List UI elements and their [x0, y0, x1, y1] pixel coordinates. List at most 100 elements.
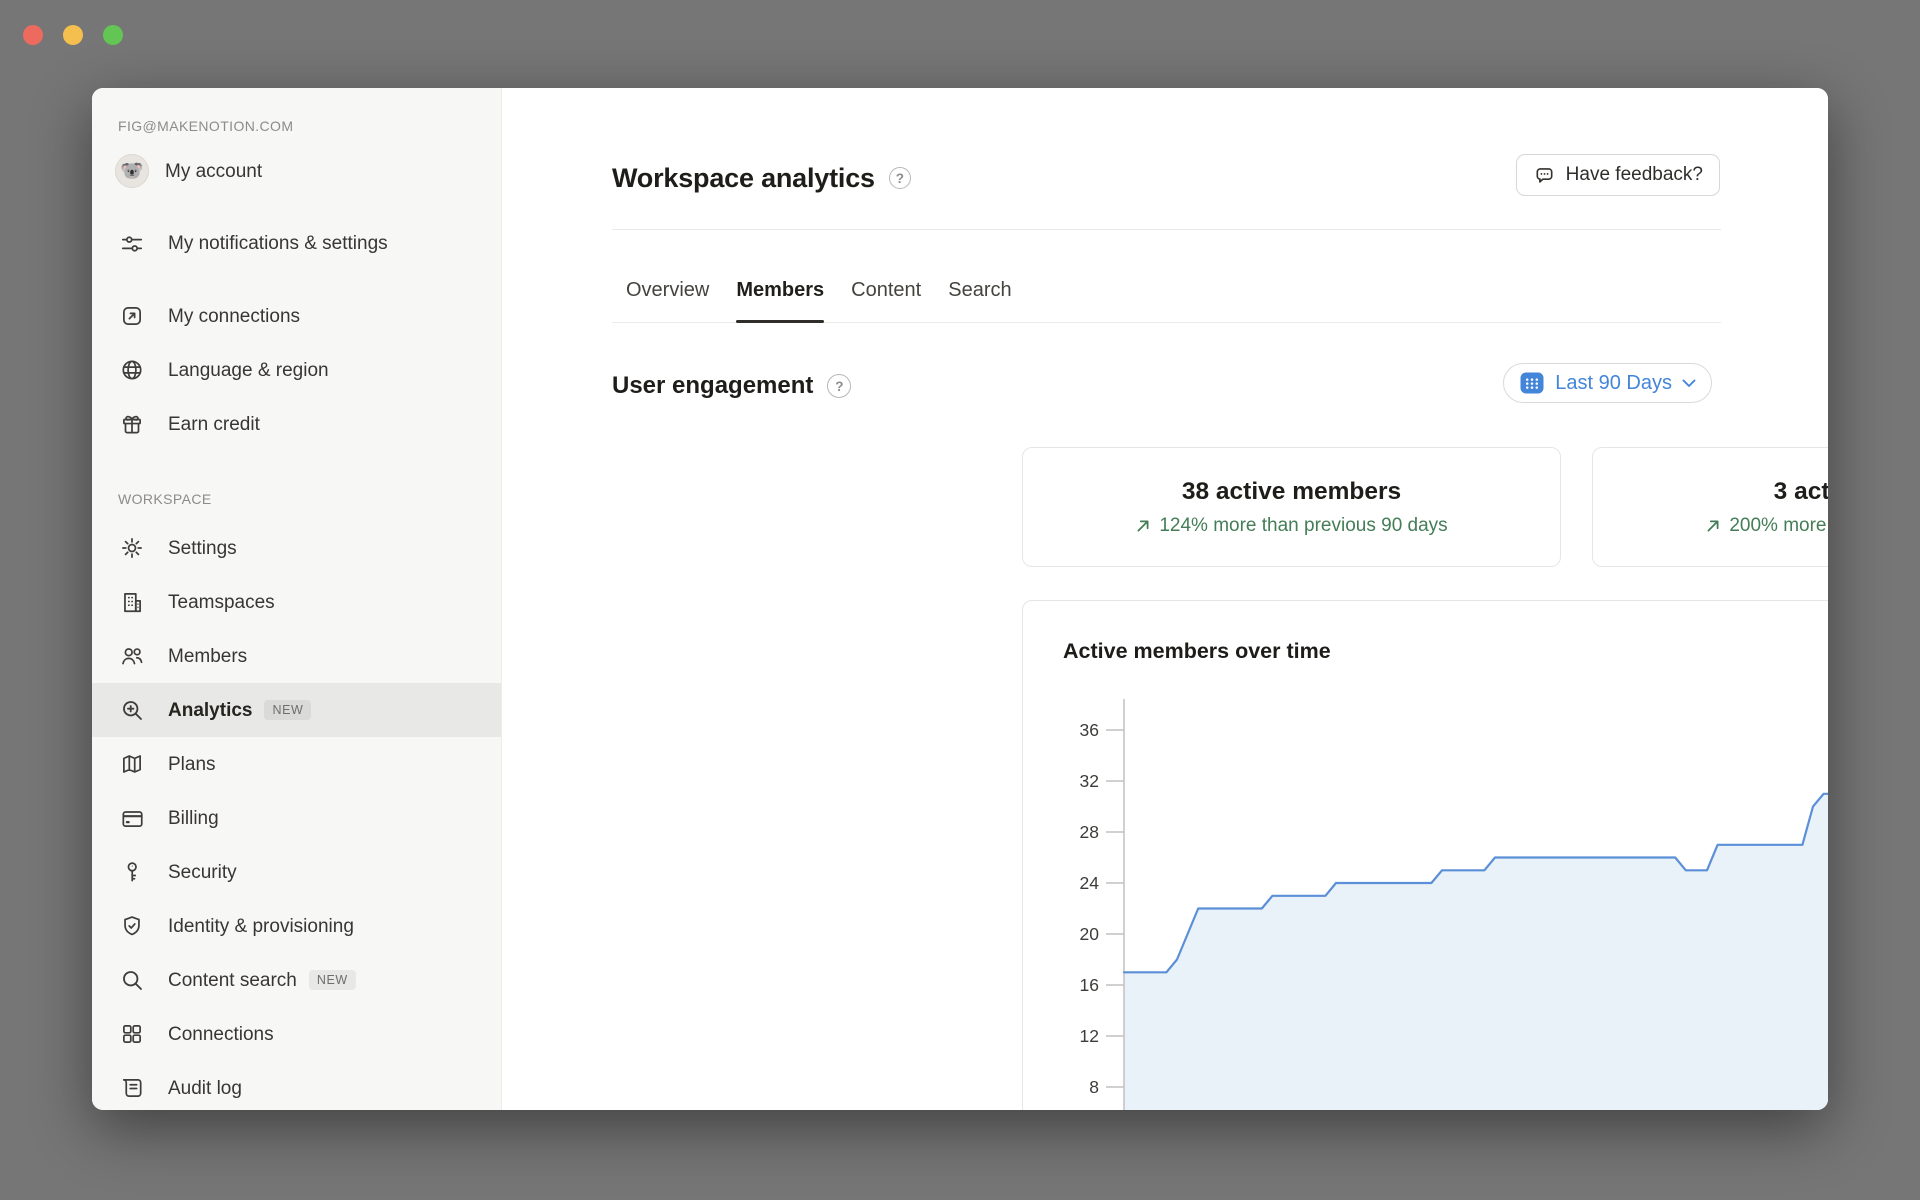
help-icon[interactable]: ? [889, 167, 911, 189]
sidebar-item-label: Settings [168, 530, 237, 567]
grid-icon [118, 1020, 146, 1048]
sidebar-item-plans[interactable]: Plans [92, 737, 501, 791]
svg-text:24: 24 [1080, 873, 1100, 893]
svg-text:16: 16 [1080, 975, 1099, 995]
svg-text:20: 20 [1080, 924, 1100, 944]
sidebar-item-analytics[interactable]: Analytics NEW [92, 683, 501, 737]
new-badge: NEW [264, 700, 311, 720]
active-members-value: 38 active members [1182, 478, 1401, 506]
minimize-window-icon[interactable] [63, 25, 83, 45]
sidebar-item-label: Content search [168, 962, 297, 999]
svg-text:8: 8 [1089, 1077, 1099, 1097]
analytics-tabs: Overview Members Content Search [612, 258, 1721, 323]
new-badge: NEW [309, 970, 356, 990]
sidebar-item-label: My account [165, 153, 262, 190]
zoom-window-icon[interactable] [103, 25, 123, 45]
tab-members[interactable]: Members [736, 258, 824, 322]
people-icon [118, 642, 146, 670]
sidebar-item-identity-provisioning[interactable]: Identity & provisioning [92, 899, 501, 953]
sidebar-item-my-notifications-settings[interactable]: My notifications & settings [92, 198, 501, 289]
tab-search[interactable]: Search [948, 258, 1011, 322]
svg-text:36: 36 [1080, 720, 1099, 740]
sidebar-item-connections[interactable]: Connections [92, 1007, 501, 1061]
sidebar-item-my-account[interactable]: 🐨 My account [92, 144, 501, 198]
shield-check-icon [118, 912, 146, 940]
scroll-icon [118, 1074, 146, 1102]
sliders-icon [118, 230, 146, 258]
globe-icon [118, 356, 146, 384]
sidebar-item-earn-credit[interactable]: Earn credit [92, 397, 501, 451]
active-guests-value: 3 active guests [1774, 478, 1828, 506]
active-members-chart-card: Active members over time 8 12 16 20 24 28 32 36 [1022, 600, 1828, 1110]
sidebar-item-security[interactable]: Security [92, 845, 501, 899]
settings-sidebar: FIG@MAKENOTION.COM 🐨 My account My notif… [92, 88, 502, 1110]
sidebar-item-my-connections[interactable]: My connections [92, 289, 501, 343]
sidebar-item-label: Earn credit [168, 406, 260, 443]
active-members-card: 38 active members 124% more than previou… [1022, 447, 1561, 567]
tab-content[interactable]: Content [851, 258, 921, 322]
map-icon [118, 750, 146, 778]
help-icon[interactable]: ? [827, 374, 851, 398]
sidebar-item-settings[interactable]: Settings [92, 521, 501, 575]
active-members-change: 124% more than previous 90 days [1135, 515, 1447, 537]
sidebar-item-language-region[interactable]: Language & region [92, 343, 501, 397]
sidebar-item-label: Language & region [168, 352, 329, 389]
building-icon [118, 588, 146, 616]
change-text: 200% more than previous 90 days [1729, 515, 1828, 537]
key-icon [118, 858, 146, 886]
sidebar-item-label: Security [168, 854, 237, 891]
magnifier-icon [118, 966, 146, 994]
sidebar-item-label: My connections [168, 298, 300, 335]
workspace-section-label: WORKSPACE [92, 487, 501, 511]
gear-icon [118, 534, 146, 562]
sidebar-item-label: Identity & provisioning [168, 908, 354, 945]
sidebar-item-label: Connections [168, 1016, 274, 1053]
sidebar-item-teamspaces[interactable]: Teamspaces [92, 575, 501, 629]
svg-text:12: 12 [1080, 1026, 1099, 1046]
window-controls [23, 25, 123, 45]
chart-title: Active members over time [1063, 639, 1331, 664]
trend-up-icon [1705, 518, 1721, 534]
gift-icon [118, 410, 146, 438]
active-guests-change: 200% more than previous 90 days [1705, 515, 1828, 537]
svg-text:28: 28 [1080, 822, 1099, 842]
page-title-row: Workspace analytics ? [612, 158, 911, 198]
chevron-down-icon [1682, 379, 1696, 388]
magnifier-plus-icon [118, 696, 146, 724]
members-chart: 8 12 16 20 24 28 32 36 [1023, 691, 1828, 1110]
change-text: 124% more than previous 90 days [1159, 515, 1447, 537]
avatar: 🐨 [115, 154, 149, 188]
sidebar-item-audit-log[interactable]: Audit log [92, 1061, 501, 1110]
sidebar-item-billing[interactable]: Billing [92, 791, 501, 845]
date-range-label: Last 90 Days [1555, 372, 1672, 395]
sidebar-item-label: Analytics [168, 692, 252, 729]
sidebar-item-label: Teamspaces [168, 584, 275, 621]
account-email: FIG@MAKENOTION.COM [92, 112, 501, 140]
engagement-stat-cards: 38 active members 124% more than previou… [1022, 447, 1828, 567]
credit-card-icon [118, 804, 146, 832]
sidebar-item-label: Plans [168, 746, 216, 783]
svg-text:32: 32 [1080, 771, 1099, 791]
speech-bubble-icon [1533, 164, 1556, 187]
active-guests-card: 3 active guests 200% more than previous … [1592, 447, 1828, 567]
page-title: Workspace analytics [612, 163, 875, 194]
header-divider [612, 229, 1721, 230]
analytics-main-panel: Workspace analytics ? Have feedback? Ove… [502, 88, 1828, 1110]
sidebar-item-label: My notifications & settings [168, 225, 388, 262]
sidebar-item-members[interactable]: Members [92, 629, 501, 683]
sidebar-item-content-search[interactable]: Content search NEW [92, 953, 501, 1007]
have-feedback-label: Have feedback? [1566, 164, 1703, 186]
calendar-icon [1519, 370, 1545, 396]
trend-up-icon [1135, 518, 1151, 534]
settings-window: FIG@MAKENOTION.COM 🐨 My account My notif… [92, 88, 1828, 1110]
date-range-dropdown[interactable]: Last 90 Days [1503, 363, 1712, 403]
close-window-icon[interactable] [23, 25, 43, 45]
have-feedback-button[interactable]: Have feedback? [1516, 154, 1720, 196]
sidebar-item-label: Billing [168, 800, 219, 837]
sidebar-item-label: Audit log [168, 1070, 242, 1107]
user-engagement-heading: User engagement [612, 372, 813, 400]
arrow-up-right-box-icon [118, 302, 146, 330]
tab-overview[interactable]: Overview [626, 258, 709, 322]
user-engagement-heading-row: User engagement ? [612, 366, 851, 406]
sidebar-item-label: Members [168, 638, 247, 675]
